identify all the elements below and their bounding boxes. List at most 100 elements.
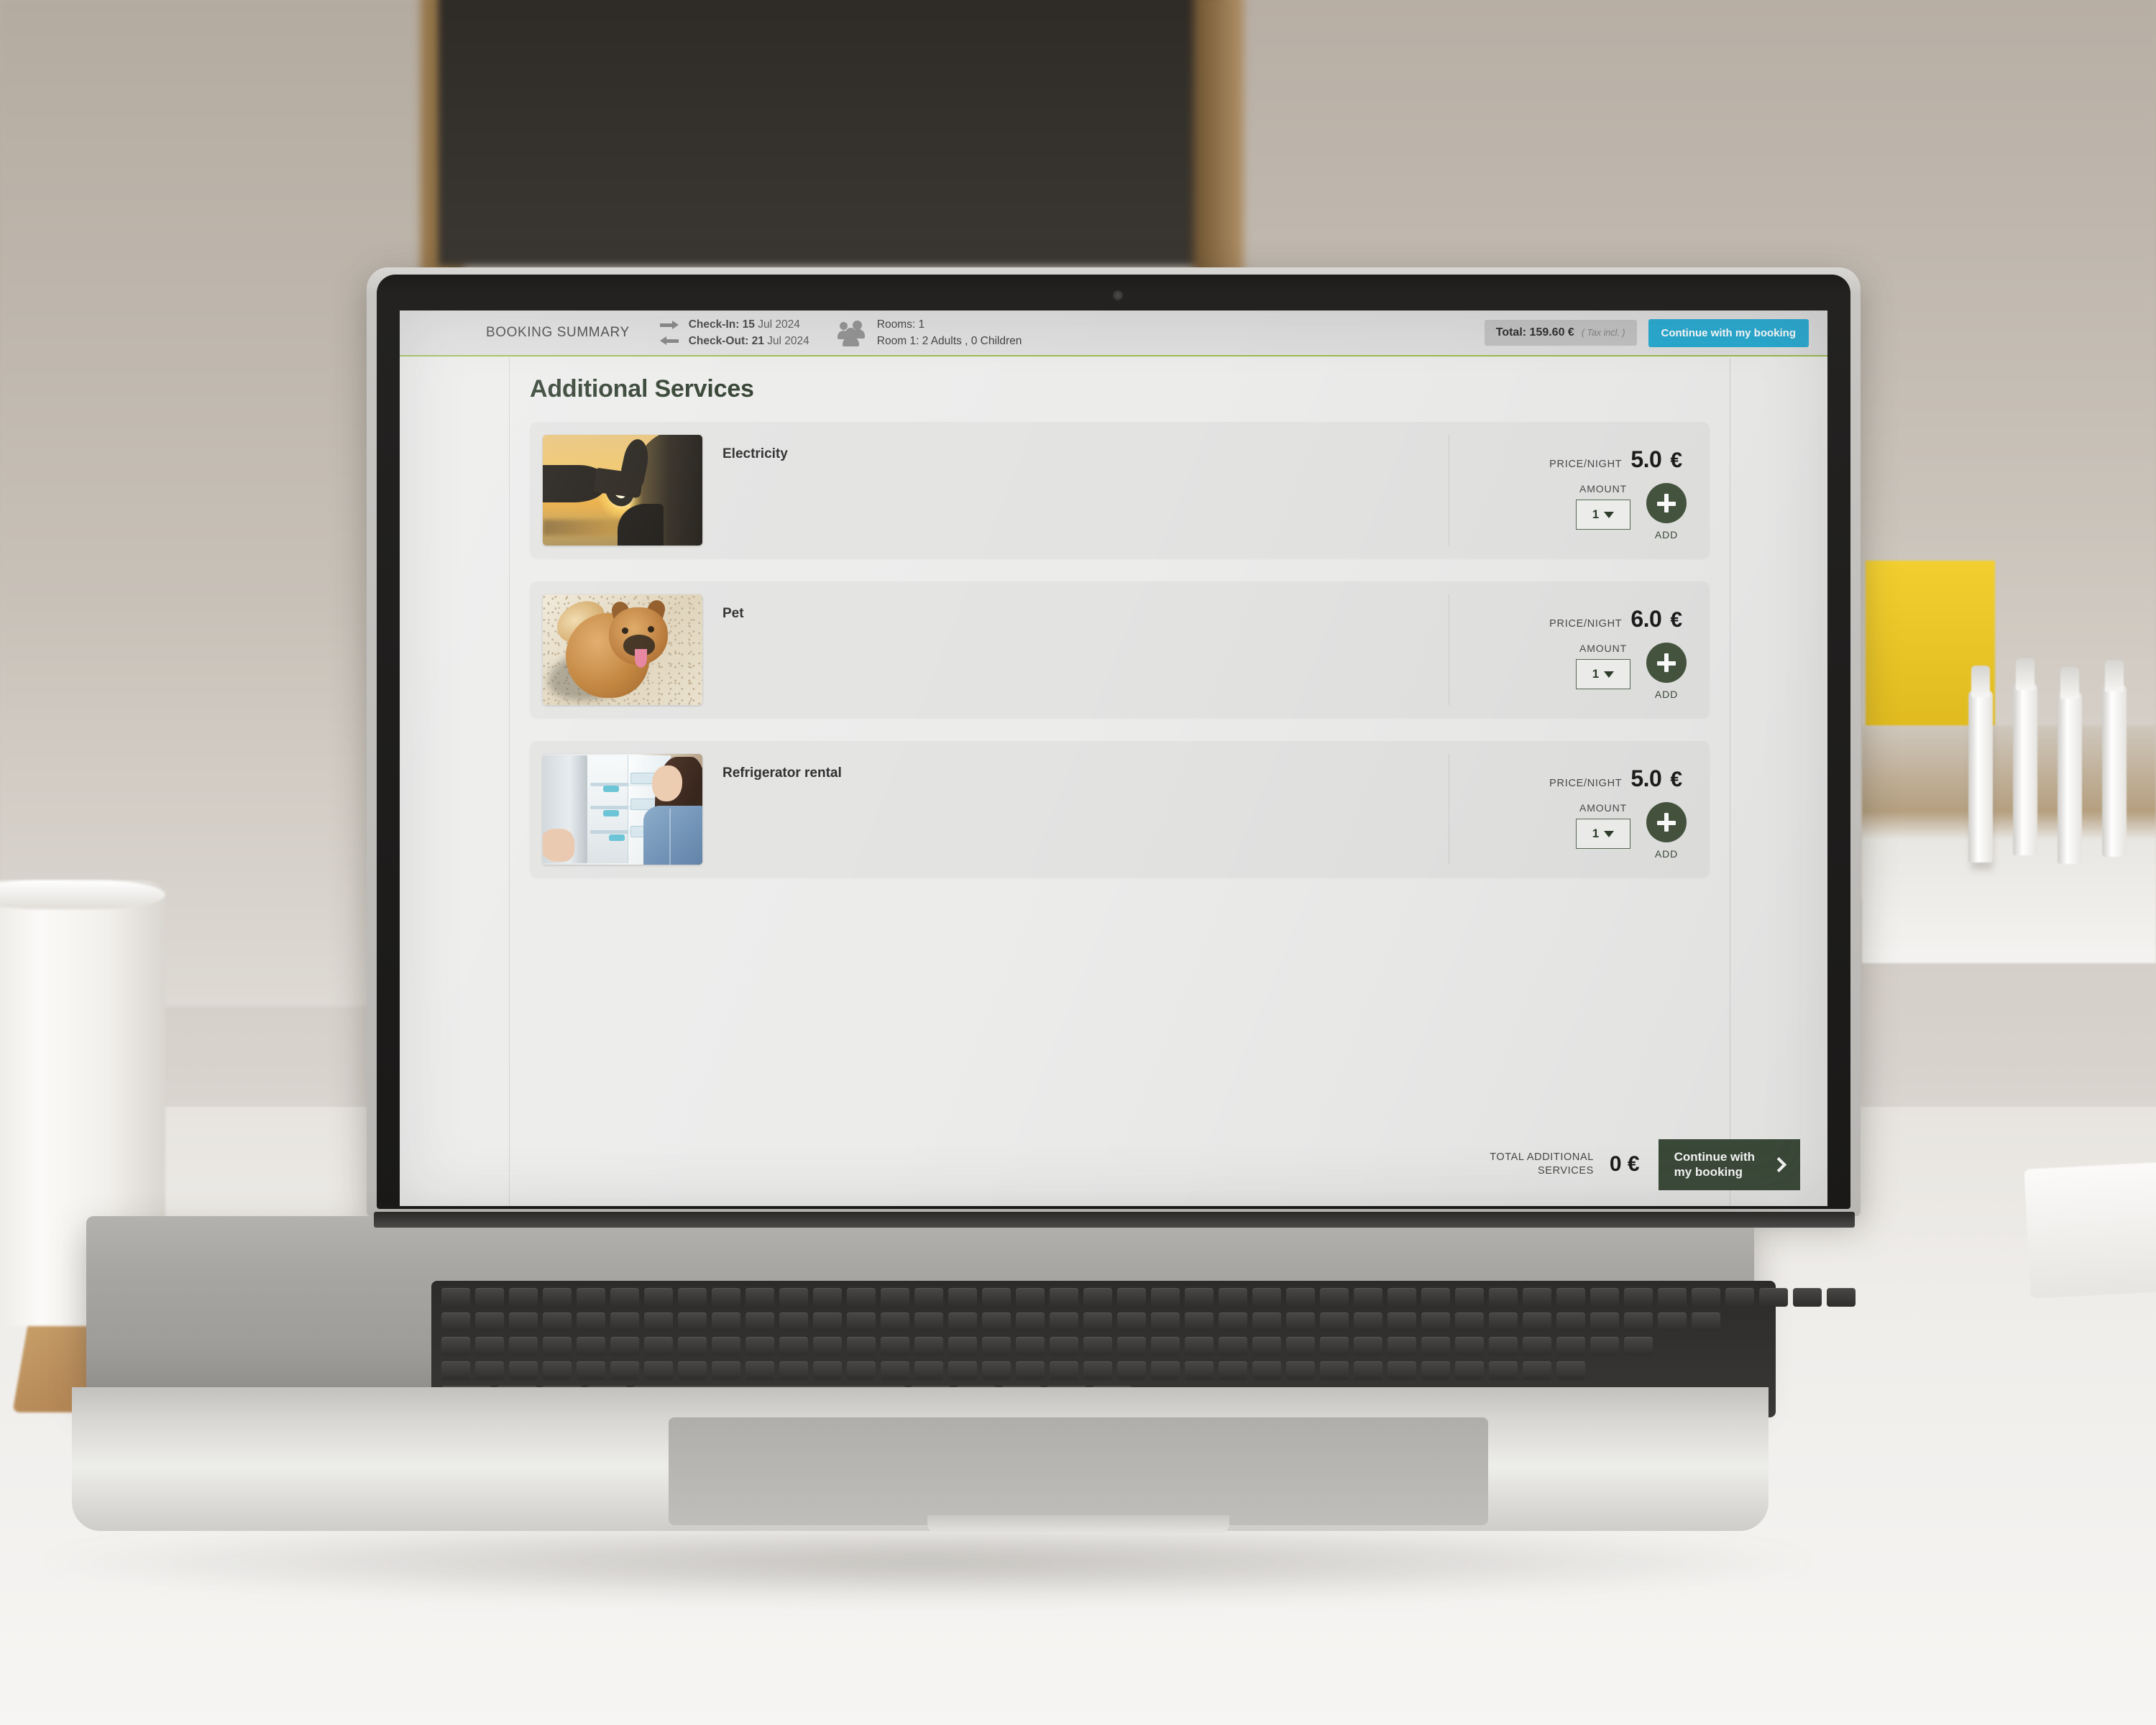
keyboard-key (1354, 1312, 1382, 1331)
keyboard-key (1151, 1288, 1180, 1307)
keyboard-key (1692, 1312, 1720, 1331)
keyboard-key (1252, 1361, 1281, 1380)
keyboard-key (712, 1288, 740, 1307)
keyboard-key (441, 1361, 470, 1380)
rooms-count: Rooms: 1 (877, 318, 1022, 331)
keyboard-key (1387, 1288, 1416, 1307)
service-image-electricity (543, 435, 702, 546)
add-group: ADD (1646, 483, 1687, 540)
keyboard-key (813, 1312, 842, 1331)
keyboard-key (1117, 1312, 1146, 1331)
price-value: 6.0 (1630, 606, 1661, 632)
add-label: ADD (1655, 848, 1678, 860)
price-value: 5.0 (1630, 446, 1661, 473)
header-continue-booking-button[interactable]: Continue with my booking (1648, 319, 1809, 347)
price-label: PRICE/NIGHT (1549, 778, 1622, 789)
keyboard-key (1185, 1337, 1214, 1356)
keyboard-key (678, 1361, 707, 1380)
keyboard-key (847, 1288, 876, 1307)
stay-dates: Check-In: 15 Jul 2024 Check-Out: 21 Jul … (689, 318, 809, 348)
footer-continue-booking-button[interactable]: Continue with my booking (1659, 1139, 1800, 1191)
keyboard-key (1354, 1361, 1382, 1380)
amount-select[interactable]: 1 (1576, 819, 1630, 849)
checkin-label: Check-In: (689, 318, 740, 331)
keyboard-key (1387, 1312, 1416, 1331)
laptop-screen: BOOKING SUMMARY Check-In: 15 Jul 2024 Ch… (400, 310, 1827, 1206)
plus-icon-add-button[interactable] (1646, 483, 1687, 523)
keyboard-key (1050, 1361, 1078, 1380)
footer-bar: TOTAL ADDITIONAL SERVICES 0 € Continue w… (400, 1139, 1827, 1207)
checkin-month-year: Jul 2024 (758, 318, 800, 331)
room-occupancy: Room 1: 2 Adults , 0 Children (877, 335, 1022, 348)
keyboard-key (881, 1288, 909, 1307)
keyboard-key (847, 1361, 876, 1380)
total-amount: Total: 159.60 € (1496, 326, 1574, 339)
keyboard-key (1354, 1337, 1382, 1356)
keyboard-key (1083, 1288, 1112, 1307)
service-image-pet (543, 594, 702, 705)
keyboard-key (1083, 1337, 1112, 1356)
keyboard-key (1421, 1312, 1450, 1331)
keyboard-key (475, 1361, 504, 1380)
keyboard-key (1725, 1288, 1754, 1307)
service-card-refrigerator-rental[interactable]: Refrigerator rental PRICE/NIGHT 5.0 € AM… (530, 741, 1710, 878)
keyboard-key (1252, 1312, 1281, 1331)
keyboard-key (577, 1312, 605, 1331)
keyboard-key (1523, 1361, 1551, 1380)
laptop-shadow (43, 1522, 1812, 1601)
keyboard-key (948, 1337, 977, 1356)
keyboard-key (1117, 1361, 1146, 1380)
keyboard-key (1219, 1361, 1247, 1380)
checkout-day: 21 (752, 335, 764, 347)
keyboard-key (1320, 1361, 1349, 1380)
amount-value: 1 (1592, 827, 1599, 841)
keyboard-key (1320, 1288, 1349, 1307)
total-additional-services-value: 0 € (1610, 1152, 1640, 1177)
currency-symbol: € (1670, 608, 1682, 632)
continue-line-2: my booking (1674, 1165, 1743, 1179)
service-card-pet[interactable]: Pet PRICE/NIGHT 6.0 € AMOUNT 1 (530, 581, 1710, 718)
keyboard-key (1185, 1361, 1214, 1380)
price-row: PRICE/NIGHT 5.0 € (1549, 446, 1682, 473)
service-name: Refrigerator rental (723, 765, 1449, 781)
amount-select[interactable]: 1 (1576, 659, 1630, 689)
keyboard-key (746, 1288, 774, 1307)
keyboard-key (1624, 1312, 1653, 1331)
trackpad[interactable] (669, 1417, 1488, 1525)
keyboard-key (779, 1337, 808, 1356)
amount-select[interactable]: 1 (1576, 500, 1630, 530)
chevron-down-icon (1604, 512, 1614, 518)
keyboard-key (577, 1288, 605, 1307)
keyboard-key (441, 1312, 470, 1331)
tax-note: ( Tax incl. ) (1582, 328, 1625, 338)
keyboard-key (746, 1337, 774, 1356)
plus-icon-add-button[interactable] (1646, 643, 1687, 683)
keyboard-key (1219, 1337, 1247, 1356)
keyboard-key (1320, 1337, 1349, 1356)
keyboard-key (1793, 1288, 1822, 1307)
keyboard-key (1050, 1288, 1078, 1307)
add-label: ADD (1655, 529, 1678, 540)
keyboard-key (1050, 1312, 1078, 1331)
keyboard-key (881, 1361, 909, 1380)
keyboard-key (746, 1312, 774, 1331)
keyboard-key (1658, 1288, 1687, 1307)
keyboard-key (1252, 1288, 1281, 1307)
price-row: PRICE/NIGHT 5.0 € (1549, 765, 1682, 792)
checkout-label: Check-Out: (689, 335, 749, 347)
keyboard-key (1523, 1337, 1551, 1356)
footer-continue-label: Continue with my booking (1674, 1149, 1755, 1181)
amount-label: AMOUNT (1579, 802, 1627, 814)
plus-icon-add-button[interactable] (1646, 802, 1687, 842)
service-card-electricity[interactable]: Electricity PRICE/NIGHT 5.0 € AMOUNT (530, 422, 1710, 558)
keyboard-key (1219, 1312, 1247, 1331)
keyboard-key (1117, 1337, 1146, 1356)
keyboard-key (1016, 1288, 1045, 1307)
keyboard-key (1556, 1361, 1585, 1380)
keyboard-key (1016, 1312, 1045, 1331)
keyboard-key (881, 1337, 909, 1356)
keyboard-key (1489, 1288, 1518, 1307)
price-row: PRICE/NIGHT 6.0 € (1549, 606, 1682, 632)
keyboard-key (1016, 1337, 1045, 1356)
keyboard-key (1185, 1288, 1214, 1307)
